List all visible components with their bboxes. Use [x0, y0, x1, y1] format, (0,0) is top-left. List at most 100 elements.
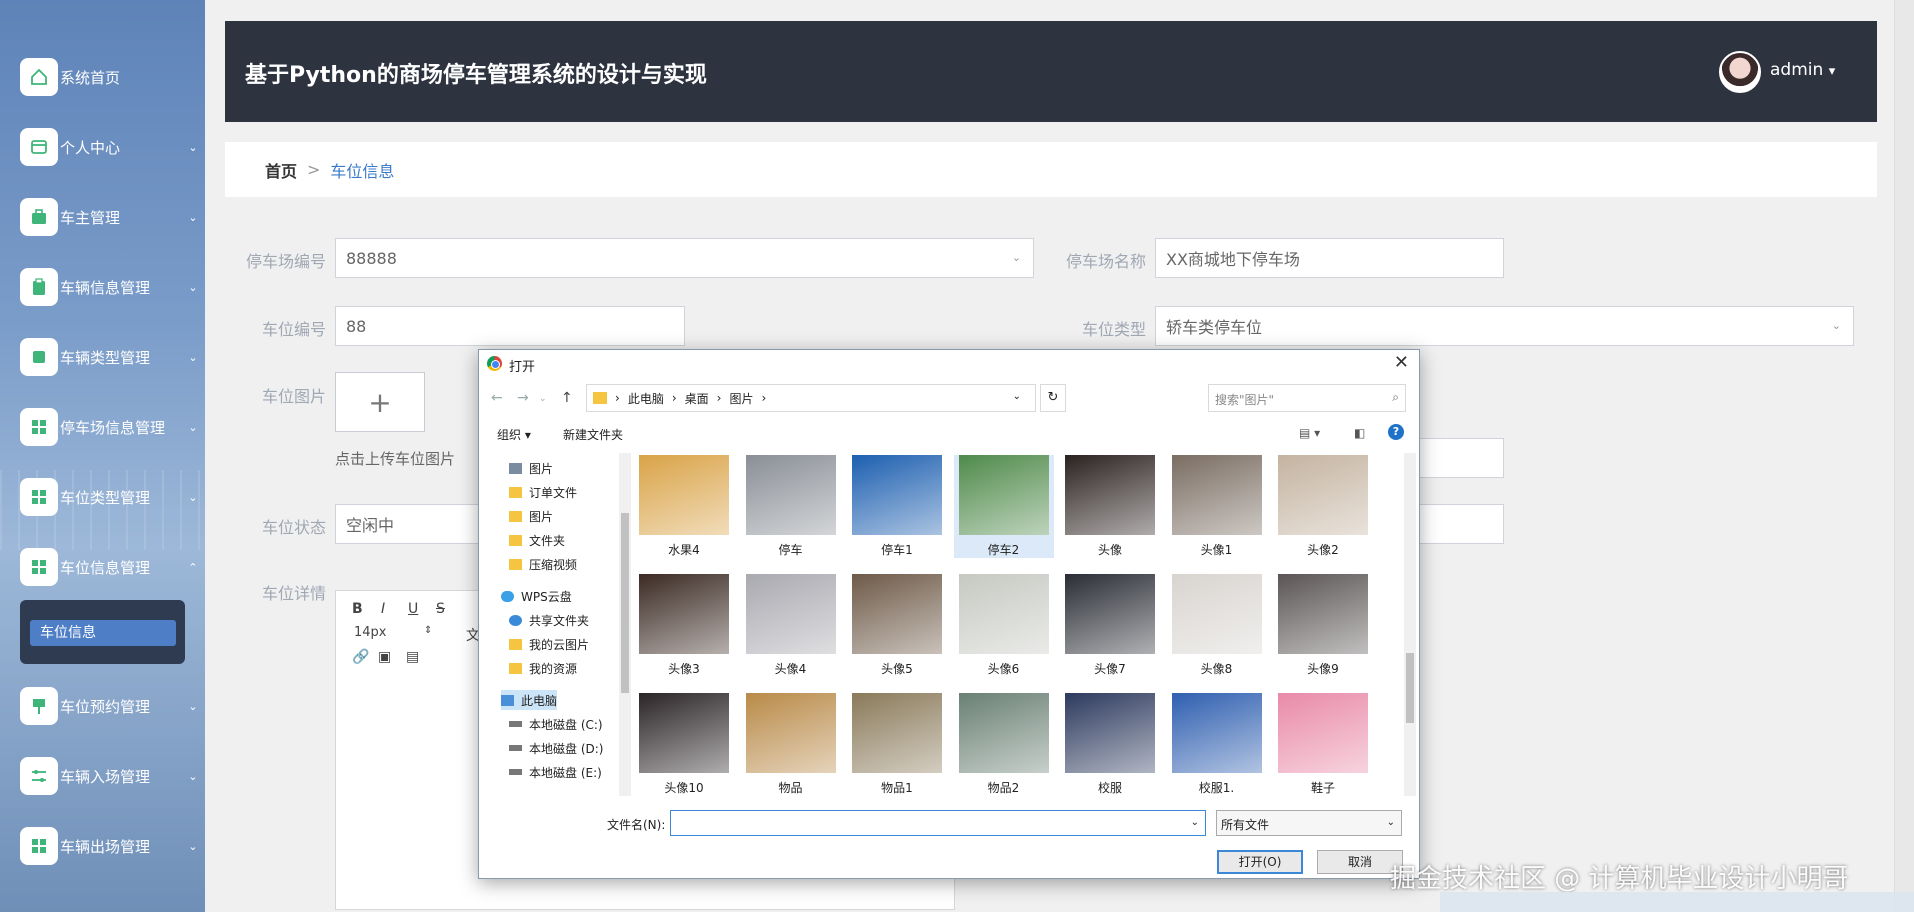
- new-folder-button[interactable]: 新建文件夹: [563, 426, 623, 443]
- file-thumbnail[interactable]: 头像6: [954, 574, 1054, 677]
- back-icon[interactable]: ←: [491, 390, 503, 406]
- open-button[interactable]: 打开(O): [1217, 850, 1303, 874]
- help-icon[interactable]: ?: [1388, 424, 1404, 440]
- thumbnail-image: [958, 574, 1049, 654]
- tree-item[interactable]: 本地磁盘 (D:): [509, 738, 603, 758]
- address-bar[interactable]: › 此电脑 › 桌面 › 图片 › ⌄: [586, 384, 1036, 412]
- file-thumbnail[interactable]: 校服1.: [1167, 693, 1267, 796]
- sidebar-item[interactable]: 系统首页: [20, 57, 200, 97]
- sidebar-item[interactable]: 车位预约管理 ⌄: [20, 686, 200, 726]
- bold-icon[interactable]: B: [352, 601, 363, 617]
- sidebar-item[interactable]: 车主管理 ⌄: [20, 197, 200, 237]
- file-thumbnail[interactable]: 物品1: [847, 693, 947, 796]
- thumbnail-image: [852, 574, 942, 654]
- tree-item[interactable]: WPS云盘: [501, 586, 572, 606]
- tree-scrollbar[interactable]: [619, 453, 631, 796]
- submenu-item-space-info[interactable]: 车位信息: [30, 620, 176, 646]
- tree-item[interactable]: 本地磁盘 (E:): [509, 762, 602, 782]
- preview-pane-icon[interactable]: ◧: [1354, 426, 1365, 440]
- chevron-down-icon: ⌄: [1386, 817, 1395, 828]
- file-thumbnail[interactable]: 头像4: [741, 574, 841, 677]
- file-type-select[interactable]: 所有文件 ⌄: [1216, 810, 1402, 836]
- underline-icon[interactable]: U: [408, 601, 418, 617]
- sidebar-item[interactable]: 车位类型管理 ⌄: [20, 477, 200, 517]
- file-thumbnail[interactable]: 头像1: [1167, 455, 1267, 558]
- font-size-select[interactable]: 14px: [354, 625, 387, 640]
- organize-menu[interactable]: 组织 ▾: [497, 426, 531, 443]
- lot-name-input[interactable]: XX商城地下停车场: [1155, 238, 1504, 278]
- file-thumbnail[interactable]: 停车: [741, 455, 841, 558]
- file-thumbnail[interactable]: 头像5: [847, 574, 947, 677]
- video-icon[interactable]: ▤: [406, 649, 419, 665]
- tree-item[interactable]: 我的资源: [509, 658, 577, 678]
- sidebar-item[interactable]: 个人中心 ⌄: [20, 127, 200, 167]
- sidebar-item[interactable]: 车辆类型管理 ⌄: [20, 337, 200, 377]
- username: admin: [1770, 60, 1824, 80]
- sidebar-item[interactable]: 车位信息管理 ⌃: [20, 547, 200, 587]
- page-scrollbar[interactable]: [1894, 0, 1914, 912]
- file-thumbnail[interactable]: 头像3: [634, 574, 734, 677]
- status-input[interactable]: 空闲中: [335, 504, 485, 544]
- file-thumbnail[interactable]: 物品: [741, 693, 841, 796]
- file-name: 停车1: [881, 543, 913, 557]
- space-no-value: 88: [346, 316, 367, 336]
- strikethrough-icon[interactable]: S: [436, 601, 445, 617]
- sidebar-item[interactable]: 车辆出场管理 ⌄: [20, 826, 200, 866]
- tree-item[interactable]: 我的云图片: [509, 634, 589, 654]
- sidebar-item[interactable]: 停车场信息管理 ⌄: [20, 407, 200, 447]
- tree-item[interactable]: 本地磁盘 (C:): [509, 714, 603, 734]
- tree-item[interactable]: 图片: [509, 458, 553, 478]
- file-thumbnail[interactable]: 头像10: [634, 693, 734, 796]
- avatar[interactable]: [1719, 51, 1761, 93]
- tree-item[interactable]: 共享文件夹: [509, 610, 589, 630]
- chevron-down-icon[interactable]: ⌄: [1013, 391, 1021, 402]
- file-thumbnail[interactable]: 停车2: [953, 455, 1054, 558]
- forward-icon[interactable]: →: [517, 390, 529, 406]
- dialog-footer: 文件名(N): ⌄ 所有文件 ⌄ 打开(O) 取消: [479, 808, 1421, 878]
- lot-no-select[interactable]: 88888 ⌄: [335, 238, 1034, 278]
- file-thumbnail[interactable]: 停车1: [847, 455, 947, 558]
- image-upload-button[interactable]: +: [335, 372, 425, 432]
- file-thumbnail[interactable]: 鞋子: [1273, 693, 1373, 796]
- path-segment[interactable]: 桌面: [685, 390, 709, 407]
- space-no-input[interactable]: 88: [335, 306, 685, 346]
- sidebar-item[interactable]: 车辆信息管理 ⌄: [20, 267, 200, 307]
- sidebar-item[interactable]: 车辆入场管理 ⌄: [20, 756, 200, 796]
- tree-item[interactable]: 图片: [509, 506, 553, 526]
- tree-item[interactable]: 此电脑: [501, 690, 558, 710]
- plus-icon: +: [368, 385, 392, 419]
- tree-item[interactable]: 文件夹: [509, 530, 565, 550]
- file-thumbnail[interactable]: 头像8: [1167, 574, 1267, 677]
- italic-icon[interactable]: I: [381, 601, 385, 617]
- tree-item[interactable]: 订单文件: [509, 482, 577, 502]
- search-input[interactable]: 搜索"图片" ⌕: [1208, 384, 1406, 412]
- file-thumbnail[interactable]: 头像9: [1273, 574, 1373, 677]
- home-icon: [20, 58, 58, 96]
- close-icon[interactable]: ✕: [1394, 352, 1409, 373]
- path-segment[interactable]: 此电脑: [628, 390, 664, 407]
- link-icon[interactable]: 🔗: [352, 649, 369, 665]
- file-thumbnail[interactable]: 校服: [1060, 693, 1160, 796]
- file-thumbnail[interactable]: 物品2: [954, 693, 1054, 796]
- file-thumbnail[interactable]: 头像2: [1273, 455, 1373, 558]
- chevron-down-icon[interactable]: ⌄: [1191, 817, 1199, 828]
- file-name: 物品: [778, 781, 803, 795]
- tree-item[interactable]: 压缩视频: [509, 554, 577, 574]
- tree-scrollbar-thumb[interactable]: [621, 513, 629, 693]
- user-menu[interactable]: admin ▾: [1770, 60, 1835, 80]
- space-type-select[interactable]: 轿车类停车位 ⌄: [1155, 306, 1854, 346]
- file-thumbnail[interactable]: 头像: [1060, 455, 1160, 558]
- stepper-icon[interactable]: ⇕: [424, 625, 432, 636]
- grid-scrollbar-thumb[interactable]: [1406, 653, 1414, 723]
- filename-input[interactable]: ⌄: [670, 810, 1206, 836]
- refresh-icon[interactable]: ↻: [1040, 384, 1066, 412]
- file-thumbnail[interactable]: 头像7: [1060, 574, 1160, 677]
- view-options-icon[interactable]: ▤ ▾: [1299, 426, 1320, 440]
- file-thumbnail[interactable]: 水果4: [634, 455, 734, 558]
- path-segment[interactable]: 图片: [729, 390, 753, 407]
- recent-dropdown-icon[interactable]: ⌄: [539, 394, 547, 404]
- image-icon[interactable]: ▣: [378, 649, 391, 665]
- breadcrumb-home[interactable]: 首页: [265, 158, 297, 182]
- up-icon[interactable]: ↑: [561, 390, 573, 406]
- grid-scrollbar[interactable]: [1404, 453, 1416, 796]
